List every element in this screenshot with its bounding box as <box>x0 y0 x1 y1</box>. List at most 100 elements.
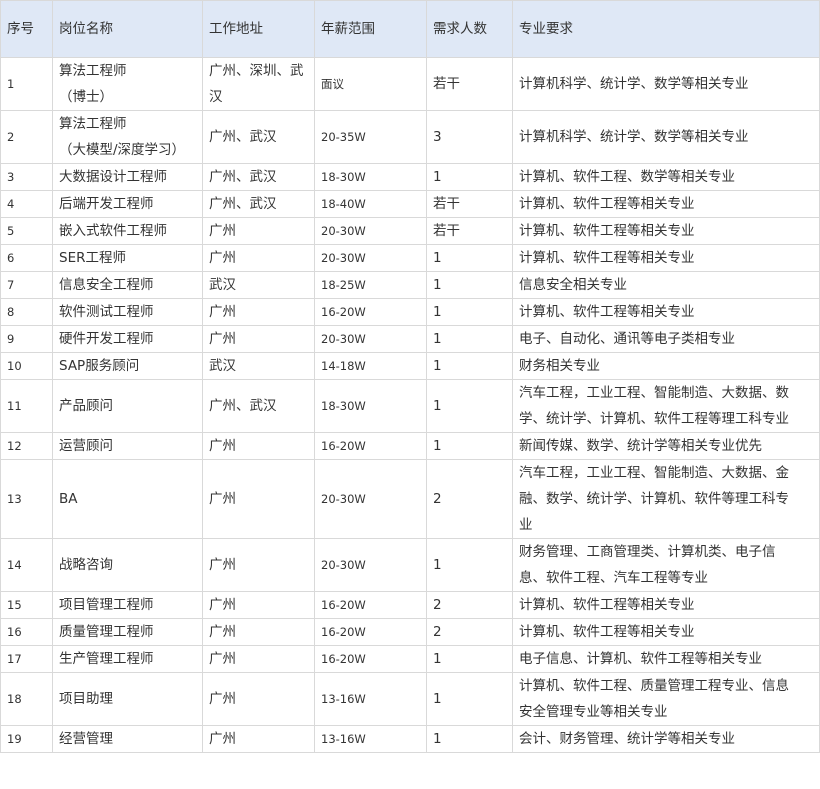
cell-title: 软件测试工程师 <box>52 298 203 326</box>
cell-major: 电子、自动化、通讯等电子类相专业 <box>512 325 820 353</box>
cell-no: 7 <box>0 271 53 299</box>
cell-count: 1 <box>426 672 513 726</box>
cell-salary: 16-20W <box>314 591 427 619</box>
cell-major: 会计、财务管理、统计学等相关专业 <box>512 725 820 753</box>
title-line: 项目管理工程师 <box>59 597 154 613</box>
cell-salary: 18-25W <box>314 271 427 299</box>
cell-salary: 18-30W <box>314 379 427 433</box>
cell-count: 1 <box>426 325 513 353</box>
major-line: 计算机、软件工程等相关专业 <box>519 624 695 640</box>
cell-count: 1 <box>426 432 513 460</box>
title-line: 质量管理工程师 <box>59 624 154 640</box>
title-line: （大模型/深度学习） <box>59 142 186 158</box>
cell-location: 广州 <box>202 618 315 646</box>
table-row: 15 项目管理工程师 广州 16-20W 2 计算机、软件工程等相关专业 <box>0 591 820 619</box>
cell-location: 广州 <box>202 645 315 673</box>
cell-location: 广州、武汉 <box>202 379 315 433</box>
major-line: 计算机、软件工程等相关专业 <box>519 250 695 266</box>
cell-title: 嵌入式软件工程师 <box>52 217 203 245</box>
table-row: 9 硬件开发工程师 广州 20-30W 1 电子、自动化、通讯等电子类相专业 <box>0 325 820 353</box>
cell-major: 计算机、软件工程等相关专业 <box>512 244 820 272</box>
cell-location: 广州、武汉 <box>202 110 315 164</box>
cell-salary: 20-30W <box>314 325 427 353</box>
table-row: 10 SAP服务顾问 武汉 14-18W 1 财务相关专业 <box>0 352 820 380</box>
major-line: 计算机、软件工程等相关专业 <box>519 196 695 212</box>
table-row: 5 嵌入式软件工程师 广州 20-30W 若干 计算机、软件工程等相关专业 <box>0 217 820 245</box>
cell-count: 1 <box>426 645 513 673</box>
cell-salary: 14-18W <box>314 352 427 380</box>
location-line: 广州 <box>209 651 236 667</box>
cell-major: 财务相关专业 <box>512 352 820 380</box>
cell-major: 计算机、软件工程等相关专业 <box>512 298 820 326</box>
cell-salary: 20-30W <box>314 244 427 272</box>
cell-location: 广州 <box>202 325 315 353</box>
major-line: 计算机、软件工程等相关专业 <box>519 223 695 239</box>
cell-count: 若干 <box>426 217 513 245</box>
table-row: 4 后端开发工程师 广州、武汉 18-40W 若干 计算机、软件工程等相关专业 <box>0 190 820 218</box>
title-line: 大数据设计工程师 <box>59 169 167 185</box>
cell-title: SER工程师 <box>52 244 203 272</box>
cell-salary: 18-30W <box>314 163 427 191</box>
major-line: 新闻传媒、数学、统计学等相关专业优先 <box>519 438 762 454</box>
cell-major: 计算机、软件工程、质量管理工程专业、信息 安全管理专业等相关专业 <box>512 672 820 726</box>
cell-no: 10 <box>0 352 53 380</box>
cell-no: 4 <box>0 190 53 218</box>
major-line: 汽车工程，工业工程、智能制造、大数据、数 <box>519 385 789 401</box>
cell-title: 大数据设计工程师 <box>52 163 203 191</box>
location-line: 广州 <box>209 250 236 266</box>
cell-title: 质量管理工程师 <box>52 618 203 646</box>
cell-major: 计算机、软件工程等相关专业 <box>512 217 820 245</box>
cell-salary: 20-30W <box>314 538 427 592</box>
cell-location: 广州 <box>202 725 315 753</box>
table-row: 17 生产管理工程师 广州 16-20W 1 电子信息、计算机、软件工程等相关专业 <box>0 645 820 673</box>
cell-salary: 16-20W <box>314 432 427 460</box>
cell-no: 15 <box>0 591 53 619</box>
major-line: 计算机、软件工程等相关专业 <box>519 597 695 613</box>
title-line: 算法工程师 <box>59 63 127 79</box>
table-row: 13 BA 广州 20-30W 2 汽车工程，工业工程、智能制造、大数据、金 融、数学、统计… <box>0 459 820 539</box>
cell-count: 3 <box>426 110 513 164</box>
major-line: 计算机科学、统计学、数学等相关专业 <box>519 76 749 92</box>
major-line: 业 <box>519 517 533 533</box>
table-header: 序号 岗位名称 工作地址 年薪范围 需求人数 专业要求 <box>0 0 820 58</box>
cell-title: 产品顾问 <box>52 379 203 433</box>
cell-count: 1 <box>426 352 513 380</box>
job-table: 序号 岗位名称 工作地址 年薪范围 需求人数 专业要求 1 算法工程师 （博士） 广州… <box>0 0 820 753</box>
table-row: 2 算法工程师 （大模型/深度学习） 广州、武汉 20-35W 3 计算机科学、统计学、数学… <box>0 110 820 164</box>
cell-title: 项目助理 <box>52 672 203 726</box>
cell-no: 2 <box>0 110 53 164</box>
cell-salary: 20-30W <box>314 217 427 245</box>
cell-major: 新闻传媒、数学、统计学等相关专业优先 <box>512 432 820 460</box>
major-line: 财务管理、工商管理类、计算机类、电子信 <box>519 544 776 560</box>
title-line: 软件测试工程师 <box>59 304 154 320</box>
location-line: 武汉 <box>209 277 236 293</box>
cell-title: 硬件开发工程师 <box>52 325 203 353</box>
major-line: 安全管理专业等相关专业 <box>519 704 668 720</box>
cell-salary: 16-20W <box>314 298 427 326</box>
cell-no: 12 <box>0 432 53 460</box>
title-line: （博士） <box>59 89 113 105</box>
cell-major: 汽车工程，工业工程、智能制造、大数据、金 融、数学、统计学、计算机、软件等理工科专… <box>512 459 820 539</box>
cell-major: 信息安全相关专业 <box>512 271 820 299</box>
header-count: 需求人数 <box>426 0 513 58</box>
location-line: 广州 <box>209 624 236 640</box>
cell-salary: 面议 <box>314 57 427 111</box>
header-major: 专业要求 <box>512 0 820 58</box>
cell-no: 11 <box>0 379 53 433</box>
cell-no: 16 <box>0 618 53 646</box>
cell-salary: 13-16W <box>314 725 427 753</box>
major-line: 学、统计学、计算机、软件工程等理工科专业 <box>519 411 789 427</box>
cell-title: 项目管理工程师 <box>52 591 203 619</box>
cell-title: BA <box>52 459 203 539</box>
cell-title: 生产管理工程师 <box>52 645 203 673</box>
table-row: 7 信息安全工程师 武汉 18-25W 1 信息安全相关专业 <box>0 271 820 299</box>
title-line: 算法工程师 <box>59 116 127 132</box>
cell-salary: 18-40W <box>314 190 427 218</box>
cell-no: 1 <box>0 57 53 111</box>
location-line: 广州、武汉 <box>209 196 277 212</box>
cell-location: 武汉 <box>202 271 315 299</box>
cell-title: 算法工程师 （博士） <box>52 57 203 111</box>
location-line: 广州 <box>209 597 236 613</box>
cell-salary: 20-30W <box>314 459 427 539</box>
cell-count: 1 <box>426 298 513 326</box>
